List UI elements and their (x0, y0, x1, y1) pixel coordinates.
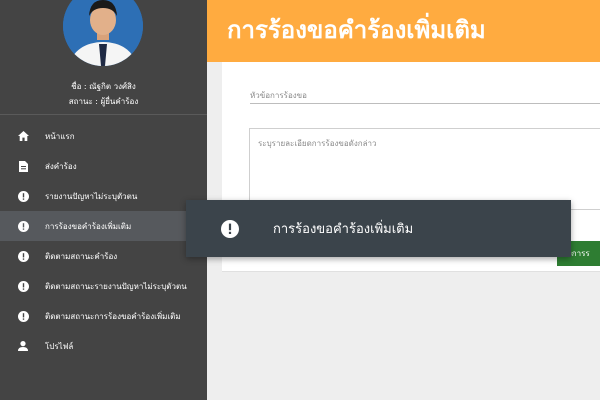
page-title: การร้องขอคำร้องเพิ่มเติม (227, 16, 486, 44)
sidebar-item-track-additional-request[interactable]: ติดตามสถานะการร้องขอคำร้องเพิ่มเติม (0, 301, 207, 331)
document-icon (17, 160, 29, 172)
alert-circle-icon (17, 250, 29, 262)
sidebar-item-submit-request[interactable]: ส่งคำร้อง (0, 151, 207, 181)
alert-circle-icon (17, 280, 29, 292)
avatar[interactable] (63, 0, 143, 66)
person-icon (17, 340, 29, 352)
page-header: การร้องขอคำร้องเพิ่มเติม (207, 0, 600, 62)
sidebar-item-label: ติดตามสถานะคำร้อง (45, 251, 118, 261)
alert-circle-icon (17, 310, 29, 322)
request-detail-textarea[interactable] (249, 128, 600, 210)
sidebar-item-profile[interactable]: โปรไฟล์ (0, 331, 207, 361)
sidebar-item-label: ส่งคำร้อง (45, 161, 77, 171)
profile-photo-icon (63, 0, 143, 66)
sidebar-item-label: หน้าแรก (45, 131, 75, 141)
sidebar-item-label: โปรไฟล์ (45, 341, 74, 351)
sidebar-item-label: รายงานปัญหาไม่ระบุตัวตน (45, 191, 138, 201)
toast-message: การร้องขอคำร้องเพิ่มเติม (273, 222, 414, 237)
user-name: ชื่อ : ณัฐกิต วงศ์สิง (71, 82, 136, 91)
sidebar-item-anonymous-report[interactable]: รายงานปัญหาไม่ระบุตัวตน (0, 181, 207, 211)
sidebar-item-home[interactable]: หน้าแรก (0, 121, 207, 151)
sidebar-item-label: การร้องขอคำร้องเพิ่มเติม (45, 221, 132, 231)
sidebar-item-label: ติดตามสถานะรายงานปัญหาไม่ระบุตัวตน (45, 281, 187, 291)
sidebar-item-track-anonymous-report[interactable]: ติดตามสถานะรายงานปัญหาไม่ระบุตัวตน (0, 271, 207, 301)
request-topic-input[interactable] (250, 88, 600, 104)
alert-circle-icon (17, 220, 29, 232)
sidebar-divider (0, 114, 207, 115)
sidebar-nav: หน้าแรก ส่งคำร้อง รายงานปัญหาไม่ระบุตัวต… (0, 121, 207, 361)
user-role: สถานะ : ผู้ยื่นคำร้อง (68, 97, 139, 106)
sidebar-item-track-request[interactable]: ติดตามสถานะคำร้อง (0, 241, 207, 271)
alert-circle-icon (17, 190, 29, 202)
sidebar-item-label: ติดตามสถานะการร้องขอคำร้องเพิ่มเติม (45, 311, 181, 321)
alert-circle-icon (220, 219, 240, 239)
toast-notification: การร้องขอคำร้องเพิ่มเติม (186, 200, 571, 257)
sidebar: ชื่อ : ณัฐกิต วงศ์สิง สถานะ : ผู้ยื่นคำร… (0, 0, 207, 400)
sidebar-item-additional-request[interactable]: การร้องขอคำร้องเพิ่มเติม (0, 211, 207, 241)
home-icon (17, 130, 29, 142)
